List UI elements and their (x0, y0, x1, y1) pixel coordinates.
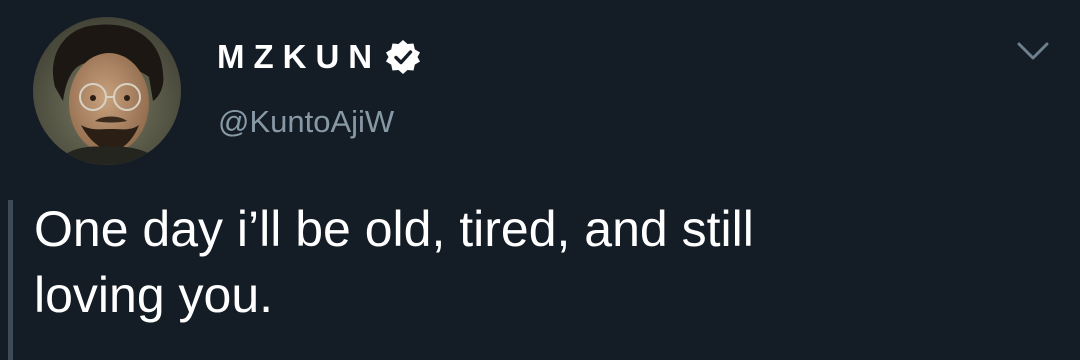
avatar-image (33, 17, 181, 165)
chevron-down-icon[interactable] (1015, 38, 1051, 66)
author-avatar[interactable] (33, 17, 181, 165)
verified-badge-icon (385, 39, 421, 75)
tweet-text: One day i’ll be old, tired, and still lo… (34, 201, 754, 323)
thread-connector-line (8, 200, 13, 360)
author-name-row[interactable]: MZKUN (217, 35, 421, 79)
author-display-name[interactable]: MZKUN (217, 35, 381, 79)
author-handle[interactable]: @KuntoAjiW (218, 102, 394, 142)
tweet-card[interactable]: MZKUN @KuntoAjiW One day i’ll be old, ti… (0, 0, 1080, 360)
